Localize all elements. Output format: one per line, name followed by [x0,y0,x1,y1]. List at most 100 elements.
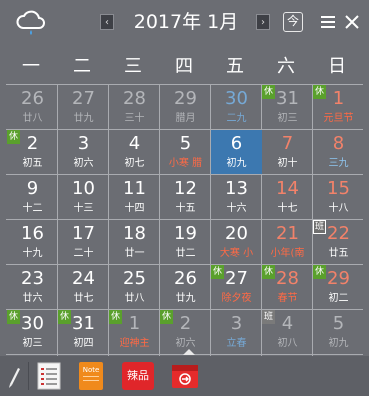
day-number: 19 [174,223,197,244]
panel-notch-icon[interactable] [183,349,195,355]
day-cell[interactable]: 29 初二休 [313,265,364,309]
day-cell[interactable]: 3 初六 [58,130,109,174]
day-cell[interactable]: 7 初十 [262,130,313,174]
lunar-date: 二九 [226,113,247,124]
day-number: 28 [123,88,146,109]
day-cell[interactable]: 27 除夕夜休 [211,265,262,309]
day-cell[interactable]: 9 十二 [7,175,58,219]
day-number: 10 [72,178,95,199]
day-number: 6 [230,133,243,154]
hamburger-icon[interactable] [321,16,335,28]
weekday-label: 日 [328,56,346,77]
day-cell[interactable]: 21 小年(南 [262,220,313,264]
day-number: 12 [174,178,197,199]
day-number: 8 [332,133,345,154]
day-number: 3 [77,133,90,154]
next-month-button[interactable]: › [256,14,270,30]
day-number: 13 [225,178,248,199]
day-number: 9 [26,178,39,199]
day-number: 5 [179,133,192,154]
workday-badge: 班 [262,310,275,324]
day-cell[interactable]: 19 廿二 [160,220,211,264]
list-icon[interactable] [34,362,64,390]
day-cell[interactable]: 11 十四 [109,175,160,219]
day-cell[interactable]: 25 廿八 [109,265,160,309]
day-number: 20 [225,223,248,244]
day-cell[interactable]: 27 廿九 [58,85,109,129]
day-number: 5 [332,313,345,334]
day-number: 30 [225,88,248,109]
day-number: 16 [21,223,44,244]
lunar-date: 二十 [73,248,94,259]
today-button[interactable]: 今 [283,12,303,32]
weekday-label: 二 [73,56,91,77]
day-cell[interactable]: 4 初八班 [262,310,313,354]
holiday-badge: 休 [262,85,275,99]
day-cell[interactable]: 2 初六休 [160,310,211,354]
day-cell[interactable]: 4 初七 [109,130,160,174]
lunar-date: 立春 [226,338,247,349]
day-cell[interactable]: 24 廿七 [58,265,109,309]
day-cell[interactable]: 28 三十 [109,85,160,129]
day-cell[interactable]: 23 廿六 [7,265,58,309]
lunar-date: 十五 [175,203,196,214]
day-cell-today[interactable]: 6 初九 [211,130,262,174]
day-cell[interactable]: 15 十八 [313,175,364,219]
day-number: 23 [21,268,44,289]
holiday-badge: 休 [211,265,224,279]
day-cell[interactable]: 8 三九 [313,130,364,174]
day-cell[interactable]: 3 立春 [211,310,262,354]
lunar-date: 廿一 [124,248,145,259]
day-cell[interactable]: 10 十三 [58,175,109,219]
lunar-date: 三九 [328,158,349,169]
lunar-date: 初五 [22,158,43,169]
inbox-icon[interactable] [171,362,199,390]
day-cell[interactable]: 20 大寒 小 [211,220,262,264]
day-number: 21 [276,223,299,244]
day-cell[interactable]: 14 十七 [262,175,313,219]
day-cell[interactable]: 22 廿五班 [313,220,364,264]
calendar-grid: 26 廿八 27 廿九 28 三十 29 腊月 30 二九 31 初三休 1 元旦节休 2 初五休 3 初六 4 初七… [6,84,363,356]
day-number: 25 [123,268,146,289]
day-number: 15 [327,178,350,199]
lunar-date: 廿八 [124,293,145,304]
day-cell[interactable]: 5 小寒 腊 [160,130,211,174]
month-title[interactable]: 2017年 1月 [128,9,244,35]
close-icon[interactable] [344,14,360,30]
pen-icon[interactable] [6,362,22,390]
lunar-date: 大寒 小 [219,248,254,259]
day-cell[interactable]: 1 元旦节休 [313,85,364,129]
day-cell[interactable]: 30 初三休 [7,310,58,354]
note-icon[interactable]: Note [79,362,103,390]
lunar-date: 十四 [124,203,145,214]
lunar-date: 初九 [328,338,349,349]
day-cell[interactable]: 13 十六 [211,175,262,219]
apps-icon[interactable]: 辣品 [122,362,154,390]
lunar-date: 除夕夜 [221,293,252,304]
day-cell[interactable]: 5 初九 [313,310,364,354]
day-cell[interactable]: 26 廿八 [7,85,58,129]
day-number: 4 [128,133,141,154]
weekday-label: 四 [175,56,193,77]
day-cell[interactable]: 18 廿一 [109,220,160,264]
day-cell[interactable]: 12 十五 [160,175,211,219]
day-cell[interactable]: 2 初五休 [7,130,58,174]
day-number: 26 [174,268,197,289]
day-cell[interactable]: 31 初三休 [262,85,313,129]
day-cell[interactable]: 1 迎神主休 [109,310,160,354]
lunar-date: 廿九 [175,293,196,304]
day-cell[interactable]: 16 十九 [7,220,58,264]
day-number: 18 [123,223,146,244]
day-cell[interactable]: 29 腊月 [160,85,211,129]
calendar-window: ‹ 2017年 1月 › 今 一 二 三 四 五 六 日 26 廿八 27 廿九 28 三十 29 腊月 3… [0,0,369,396]
day-cell[interactable]: 26 廿九 [160,265,211,309]
lunar-date: 初三 [22,338,43,349]
day-cell[interactable]: 17 二十 [58,220,109,264]
cloud-rain-icon[interactable] [14,8,48,38]
day-cell[interactable]: 31 初四休 [58,310,109,354]
lunar-date: 初二 [328,293,349,304]
day-cell[interactable]: 30 二九 [211,85,262,129]
prev-month-button[interactable]: ‹ [100,14,114,30]
day-number: 7 [281,133,294,154]
day-cell[interactable]: 28 春节休 [262,265,313,309]
